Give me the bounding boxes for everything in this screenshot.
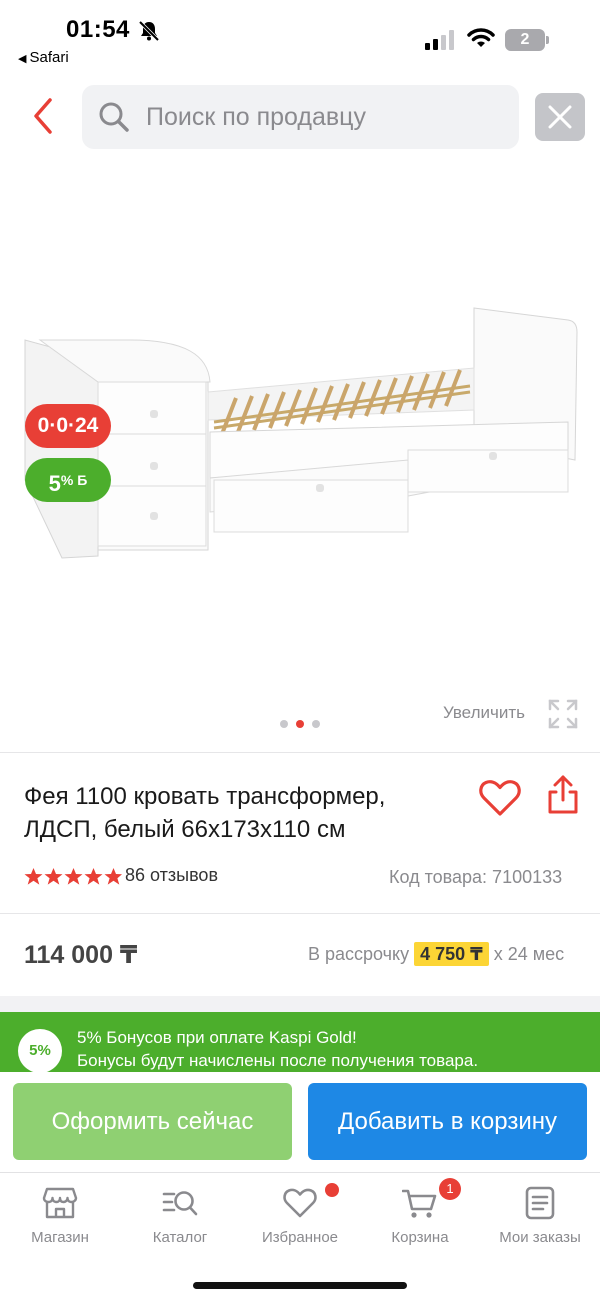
product-image[interactable] xyxy=(0,160,600,740)
gallery-dot[interactable] xyxy=(312,720,320,728)
cart-icon xyxy=(402,1189,437,1218)
zoom-label: Увеличить xyxy=(443,703,525,722)
cart-count-badge: 1 xyxy=(439,1178,461,1200)
status-time: 01:54 xyxy=(66,16,130,43)
bonus-percent-badge: 5% xyxy=(18,1029,62,1072)
search-box[interactable] xyxy=(82,85,519,149)
tab-favorites[interactable]: Избранное xyxy=(240,1173,360,1263)
installment-info: В рассрочку 4 750 ₸ x 24 мес xyxy=(308,942,565,966)
rating-stars xyxy=(24,868,122,885)
share-icon xyxy=(548,775,578,814)
battery-indicator: 2 xyxy=(505,29,549,51)
bell-muted-icon xyxy=(138,20,160,42)
tab-label: Каталог xyxy=(152,1229,208,1246)
star-icon xyxy=(24,868,43,885)
catalog-search-icon xyxy=(162,1191,198,1216)
bonus-note: Бонусы будут начислены после получения т… xyxy=(77,1051,479,1070)
gallery-dot[interactable] xyxy=(280,720,288,728)
star-icon xyxy=(84,868,103,885)
installment-badge: 0·0·24 xyxy=(25,404,111,448)
gallery-dot-active[interactable] xyxy=(296,720,304,728)
divider xyxy=(0,752,600,753)
expand-icon xyxy=(548,699,578,729)
product-title: Фея 1100 кровать трансформер, ЛДСП, белы… xyxy=(24,783,386,843)
checkout-now-button[interactable]: Оформить сейчас xyxy=(13,1083,292,1160)
back-to-app-link[interactable]: ◀ Safari xyxy=(18,49,69,66)
tab-label: Корзина xyxy=(391,1229,449,1246)
star-icon xyxy=(44,868,63,885)
tab-label: Избранное xyxy=(261,1229,339,1246)
divider xyxy=(0,913,600,914)
chevron-left-icon xyxy=(34,98,52,134)
tab-catalog[interactable]: Каталог xyxy=(120,1173,240,1263)
installment-amount: 4 750 ₸ xyxy=(414,942,489,966)
bonus-badge: 5% Б xyxy=(25,458,111,502)
store-icon xyxy=(42,1187,78,1219)
star-icon xyxy=(64,868,83,885)
price: 114 000 ₸ xyxy=(24,941,138,969)
tab-label: Магазин xyxy=(31,1229,89,1246)
installment-term: x 24 мес xyxy=(493,944,565,964)
star-icon xyxy=(104,868,122,885)
tab-label: Мои заказы xyxy=(499,1229,581,1246)
heart-icon xyxy=(283,1188,317,1218)
add-to-cart-button[interactable]: Добавить в корзину xyxy=(308,1083,587,1160)
section-separator xyxy=(0,996,600,1012)
tab-cart[interactable]: Корзина xyxy=(360,1173,480,1263)
product-page: 01:54 ◀ Safari 2 Поиск по продавцу 0·0·2… xyxy=(0,0,600,1300)
favorites-notification-dot xyxy=(325,1183,339,1197)
orders-icon xyxy=(525,1186,555,1220)
tab-bar: Магазин Каталог Избранное Корзина Мои за… xyxy=(0,1172,600,1300)
back-button[interactable] xyxy=(26,96,62,136)
cellular-signal-icon xyxy=(425,30,454,50)
tab-store[interactable]: Магазин xyxy=(0,1173,120,1263)
gallery-pagination xyxy=(280,720,322,730)
battery-level: 2 xyxy=(505,29,545,51)
bonus-title: 5% Бонусов при оплате Kaspi Gold! xyxy=(77,1028,357,1047)
close-icon xyxy=(548,105,572,129)
installment-prefix: В рассрочку xyxy=(308,944,410,964)
search-icon xyxy=(99,102,129,132)
bonus-badge-value: 5 xyxy=(48,471,61,496)
home-indicator xyxy=(193,1282,407,1289)
reviews-link[interactable]: 86 отзывов xyxy=(125,865,218,886)
close-button[interactable] xyxy=(535,93,585,141)
bonus-banner: 5% 5% Бонусов при оплате Kaspi Gold! Бон… xyxy=(0,1012,600,1072)
status-bar: 01:54 ◀ Safari 2 xyxy=(0,0,600,72)
action-bar: Оформить сейчас Добавить в корзину xyxy=(0,1072,600,1172)
share-button[interactable] xyxy=(546,774,580,816)
favorite-button[interactable] xyxy=(478,778,522,818)
back-app-label: Safari xyxy=(29,49,69,66)
search-input[interactable] xyxy=(146,85,506,149)
wifi-icon xyxy=(467,28,495,47)
bonus-badge-suffix: % Б xyxy=(60,472,88,488)
product-code: Код товара: 7100133 xyxy=(389,867,563,887)
heart-icon xyxy=(479,780,521,816)
zoom-button[interactable]: Увеличить xyxy=(443,699,583,730)
tab-my-orders[interactable]: Мои заказы xyxy=(480,1173,600,1263)
